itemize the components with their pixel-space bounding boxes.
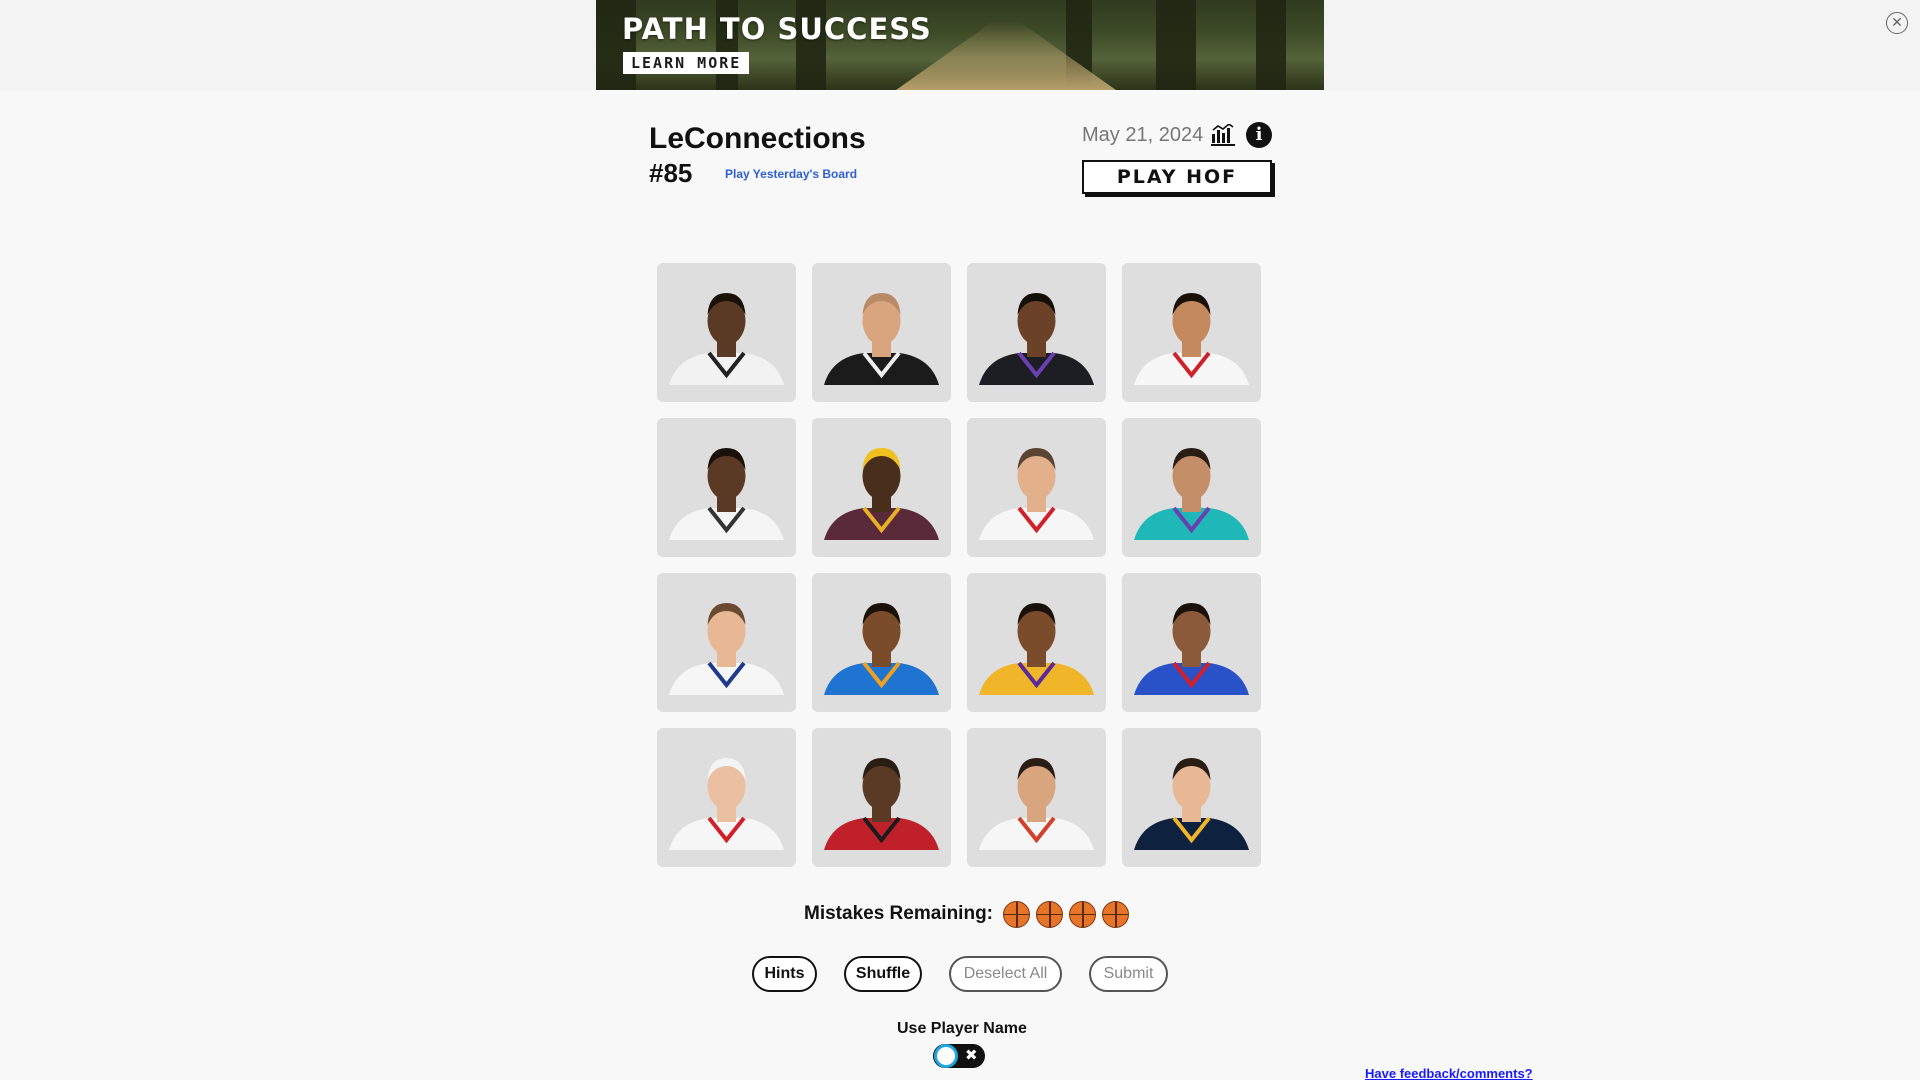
player-portrait [1134,293,1249,385]
player-tile[interactable] [1122,418,1261,557]
use-player-name-label: Use Player Name [897,1020,1027,1037]
player-portrait [1134,603,1249,695]
player-portrait [824,603,939,695]
mistakes-remaining: Mistakes Remaining: [804,900,1129,928]
player-tile[interactable] [812,418,951,557]
player-tile[interactable] [812,728,951,867]
player-tile[interactable] [657,573,796,712]
mistakes-balls [1003,900,1129,928]
bar-chart-icon[interactable] [1210,124,1236,146]
player-portrait [979,603,1094,695]
ad-close-icon[interactable]: ✕ [1886,12,1908,34]
submit-button[interactable]: Submit [1089,956,1168,992]
feedback-link[interactable]: Have feedback/comments? [1365,1066,1533,1080]
ad-banner[interactable]: PATH TO SUCCESS LEARN MORE [596,0,1324,90]
hints-button[interactable]: Hints [752,956,817,992]
player-portrait [669,448,784,540]
player-tile[interactable] [967,263,1106,402]
play-yesterday-link[interactable]: Play Yesterday's Board [725,167,857,181]
toggle-knob [934,1044,958,1068]
player-tile[interactable] [657,263,796,402]
page-title: LeConnections [649,122,866,155]
deselect-all-button[interactable]: Deselect All [949,956,1062,992]
player-tile[interactable] [1122,573,1261,712]
player-portrait [669,758,784,850]
puzzle-date: May 21, 2024 [1082,124,1204,146]
player-tile[interactable] [812,573,951,712]
player-portrait [669,293,784,385]
player-tile[interactable] [1122,728,1261,867]
basketball-icon [1102,900,1129,928]
player-tile[interactable] [1122,263,1261,402]
player-portrait [824,758,939,850]
player-portrait [824,293,939,385]
basketball-icon [1003,900,1030,928]
player-tile[interactable] [657,728,796,867]
ad-headline: PATH TO SUCCESS [622,12,932,46]
ad-tree [1156,0,1196,90]
player-portrait [979,293,1094,385]
player-tile[interactable] [967,418,1106,557]
use-player-name-toggle[interactable]: ✖ [933,1044,985,1068]
puzzle-number: #85 [649,158,693,188]
basketball-icon [1069,900,1096,928]
basketball-icon [1036,900,1063,928]
player-portrait [979,758,1094,850]
toggle-off-icon: ✖ [965,1047,978,1064]
player-portrait [824,448,939,540]
ad-tree [1256,0,1286,90]
player-portrait [669,603,784,695]
mistakes-label: Mistakes Remaining: [804,903,993,924]
shuffle-button[interactable]: Shuffle [844,956,922,992]
player-grid [657,263,1264,867]
player-portrait [1134,448,1249,540]
play-hof-button[interactable]: PLAY HOF [1082,160,1272,194]
ad-learn-more-button[interactable]: LEARN MORE [623,52,750,74]
info-icon[interactable]: i [1246,122,1272,148]
player-portrait [1134,758,1249,850]
player-tile[interactable] [967,573,1106,712]
player-tile[interactable] [812,263,951,402]
player-portrait [979,448,1094,540]
player-tile[interactable] [967,728,1106,867]
player-tile[interactable] [657,418,796,557]
